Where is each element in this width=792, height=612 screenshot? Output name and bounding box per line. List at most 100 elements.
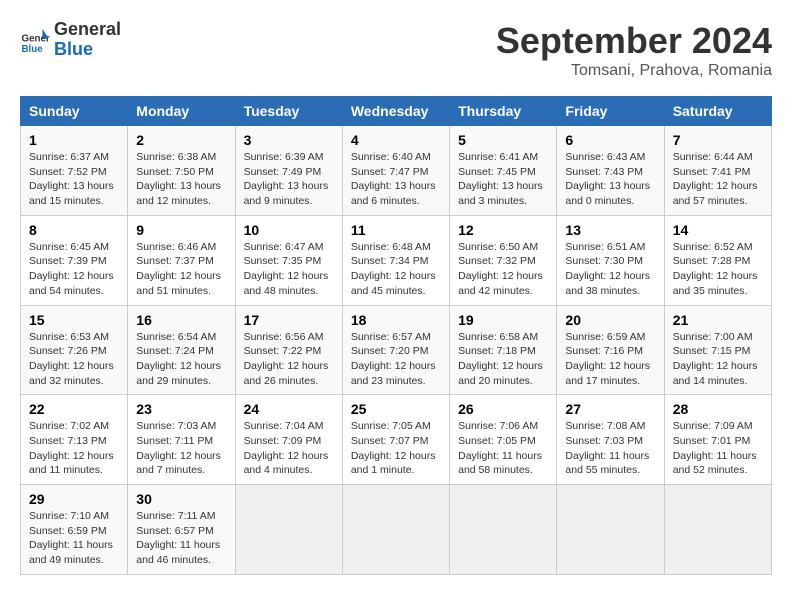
calendar-cell: 23 Sunrise: 7:03 AM Sunset: 7:11 PM Dayli…: [128, 395, 235, 485]
calendar-week-4: 22Sunrise: 7:02 AM Sunset: 7:13 PM Dayli…: [21, 395, 772, 485]
weekday-header-wednesday: Wednesday: [342, 97, 449, 126]
weekday-header-monday: Monday: [128, 97, 235, 126]
day-number: 1: [29, 132, 119, 148]
day-number: 27: [565, 401, 655, 417]
calendar-cell: 20Sunrise: 6:59 AM Sunset: 7:16 PM Dayli…: [557, 305, 664, 395]
calendar-cell: [235, 485, 342, 575]
calendar-cell: 15 Sunrise: 6:53 AM Sunset: 7:26 PM Dayli…: [21, 305, 128, 395]
day-info: Sunrise: 6:38 AM Sunset: 7:50 PM Dayligh…: [136, 150, 226, 209]
day-number: 19: [458, 312, 548, 328]
day-number: 3: [244, 132, 334, 148]
day-info: Sunrise: 6:44 AM Sunset: 7:41 PM Dayligh…: [673, 150, 763, 209]
day-number: 2: [136, 132, 226, 148]
day-number: 20: [565, 312, 655, 328]
day-number: 10: [244, 222, 334, 238]
calendar-cell: 29 Sunrise: 7:10 AM Sunset: 6:59 PM Dayli…: [21, 485, 128, 575]
calendar-cell: 19 Sunrise: 6:58 AM Sunset: 7:18 PM Dayli…: [450, 305, 557, 395]
day-number: 12: [458, 222, 548, 238]
calendar-cell: 21Sunrise: 7:00 AM Sunset: 7:15 PM Dayli…: [664, 305, 771, 395]
weekday-header-sunday: Sunday: [21, 97, 128, 126]
calendar-cell: 22Sunrise: 7:02 AM Sunset: 7:13 PM Dayli…: [21, 395, 128, 485]
day-number: 9: [136, 222, 226, 238]
day-info: Sunrise: 6:45 AM Sunset: 7:39 PM Dayligh…: [29, 240, 119, 299]
calendar-cell: 9 Sunrise: 6:46 AM Sunset: 7:37 PM Daylig…: [128, 215, 235, 305]
day-info: Sunrise: 6:54 AM Sunset: 7:24 PM Dayligh…: [136, 330, 226, 389]
calendar-cell: 28 Sunrise: 7:09 AM Sunset: 7:01 PM Dayli…: [664, 395, 771, 485]
calendar-week-2: 8 Sunrise: 6:45 AM Sunset: 7:39 PM Daylig…: [21, 215, 772, 305]
calendar-cell: 7 Sunrise: 6:44 AM Sunset: 7:41 PM Daylig…: [664, 126, 771, 216]
calendar-cell: 16 Sunrise: 6:54 AM Sunset: 7:24 PM Dayli…: [128, 305, 235, 395]
day-info: Sunrise: 6:47 AM Sunset: 7:35 PM Dayligh…: [244, 240, 334, 299]
weekday-header-tuesday: Tuesday: [235, 97, 342, 126]
day-number: 23: [136, 401, 226, 417]
location-subtitle: Tomsani, Prahova, Romania: [496, 62, 772, 80]
calendar-cell: [450, 485, 557, 575]
day-number: 5: [458, 132, 548, 148]
day-info: Sunrise: 6:50 AM Sunset: 7:32 PM Dayligh…: [458, 240, 548, 299]
day-info: Sunrise: 6:57 AM Sunset: 7:20 PM Dayligh…: [351, 330, 441, 389]
calendar-cell: 5 Sunrise: 6:41 AM Sunset: 7:45 PM Daylig…: [450, 126, 557, 216]
weekday-header-saturday: Saturday: [664, 97, 771, 126]
calendar-cell: 4 Sunrise: 6:40 AM Sunset: 7:47 PM Daylig…: [342, 126, 449, 216]
calendar-cell: 8 Sunrise: 6:45 AM Sunset: 7:39 PM Daylig…: [21, 215, 128, 305]
weekday-header-thursday: Thursday: [450, 97, 557, 126]
day-info: Sunrise: 7:08 AM Sunset: 7:03 PM Dayligh…: [565, 419, 655, 478]
day-number: 29: [29, 491, 119, 507]
calendar-cell: 13Sunrise: 6:51 AM Sunset: 7:30 PM Dayli…: [557, 215, 664, 305]
calendar-cell: [664, 485, 771, 575]
day-info: Sunrise: 7:11 AM Sunset: 6:57 PM Dayligh…: [136, 509, 226, 568]
calendar-cell: 14 Sunrise: 6:52 AM Sunset: 7:28 PM Dayli…: [664, 215, 771, 305]
calendar-cell: 30 Sunrise: 7:11 AM Sunset: 6:57 PM Dayli…: [128, 485, 235, 575]
day-info: Sunrise: 6:40 AM Sunset: 7:47 PM Dayligh…: [351, 150, 441, 209]
month-title: September 2024: [496, 20, 772, 62]
page-header: General Blue General Blue September 2024…: [20, 20, 772, 80]
day-info: Sunrise: 6:53 AM Sunset: 7:26 PM Dayligh…: [29, 330, 119, 389]
logo-line2: Blue: [54, 40, 121, 60]
calendar-cell: 25Sunrise: 7:05 AM Sunset: 7:07 PM Dayli…: [342, 395, 449, 485]
day-info: Sunrise: 6:41 AM Sunset: 7:45 PM Dayligh…: [458, 150, 548, 209]
calendar-cell: 12 Sunrise: 6:50 AM Sunset: 7:32 PM Dayli…: [450, 215, 557, 305]
day-number: 18: [351, 312, 441, 328]
calendar-cell: 27 Sunrise: 7:08 AM Sunset: 7:03 PM Dayli…: [557, 395, 664, 485]
logo-icon: General Blue: [20, 25, 50, 55]
calendar-cell: 11 Sunrise: 6:48 AM Sunset: 7:34 PM Dayli…: [342, 215, 449, 305]
day-info: Sunrise: 6:58 AM Sunset: 7:18 PM Dayligh…: [458, 330, 548, 389]
day-number: 4: [351, 132, 441, 148]
weekday-header-friday: Friday: [557, 97, 664, 126]
day-number: 14: [673, 222, 763, 238]
day-info: Sunrise: 6:39 AM Sunset: 7:49 PM Dayligh…: [244, 150, 334, 209]
calendar-table: SundayMondayTuesdayWednesdayThursdayFrid…: [20, 96, 772, 575]
calendar-week-1: 1Sunrise: 6:37 AM Sunset: 7:52 PM Daylig…: [21, 126, 772, 216]
day-info: Sunrise: 6:43 AM Sunset: 7:43 PM Dayligh…: [565, 150, 655, 209]
day-number: 8: [29, 222, 119, 238]
day-number: 7: [673, 132, 763, 148]
day-number: 15: [29, 312, 119, 328]
day-number: 30: [136, 491, 226, 507]
calendar-cell: 10 Sunrise: 6:47 AM Sunset: 7:35 PM Dayli…: [235, 215, 342, 305]
calendar-cell: 24Sunrise: 7:04 AM Sunset: 7:09 PM Dayli…: [235, 395, 342, 485]
day-number: 16: [136, 312, 226, 328]
day-info: Sunrise: 7:06 AM Sunset: 7:05 PM Dayligh…: [458, 419, 548, 478]
day-info: Sunrise: 7:10 AM Sunset: 6:59 PM Dayligh…: [29, 509, 119, 568]
day-number: 21: [673, 312, 763, 328]
day-number: 17: [244, 312, 334, 328]
calendar-week-3: 15 Sunrise: 6:53 AM Sunset: 7:26 PM Dayli…: [21, 305, 772, 395]
logo: General Blue General Blue: [20, 20, 121, 60]
day-info: Sunrise: 7:05 AM Sunset: 7:07 PM Dayligh…: [351, 419, 441, 478]
day-number: 28: [673, 401, 763, 417]
day-number: 6: [565, 132, 655, 148]
day-info: Sunrise: 6:56 AM Sunset: 7:22 PM Dayligh…: [244, 330, 334, 389]
day-info: Sunrise: 6:48 AM Sunset: 7:34 PM Dayligh…: [351, 240, 441, 299]
day-number: 11: [351, 222, 441, 238]
calendar-week-5: 29 Sunrise: 7:10 AM Sunset: 6:59 PM Dayli…: [21, 485, 772, 575]
day-info: Sunrise: 6:52 AM Sunset: 7:28 PM Dayligh…: [673, 240, 763, 299]
day-number: 24: [244, 401, 334, 417]
calendar-cell: 3 Sunrise: 6:39 AM Sunset: 7:49 PM Daylig…: [235, 126, 342, 216]
calendar-cell: 26Sunrise: 7:06 AM Sunset: 7:05 PM Dayli…: [450, 395, 557, 485]
day-info: Sunrise: 6:51 AM Sunset: 7:30 PM Dayligh…: [565, 240, 655, 299]
day-info: Sunrise: 7:09 AM Sunset: 7:01 PM Dayligh…: [673, 419, 763, 478]
day-info: Sunrise: 7:03 AM Sunset: 7:11 PM Dayligh…: [136, 419, 226, 478]
day-info: Sunrise: 6:46 AM Sunset: 7:37 PM Dayligh…: [136, 240, 226, 299]
calendar-cell: 17 Sunrise: 6:56 AM Sunset: 7:22 PM Dayli…: [235, 305, 342, 395]
day-number: 22: [29, 401, 119, 417]
